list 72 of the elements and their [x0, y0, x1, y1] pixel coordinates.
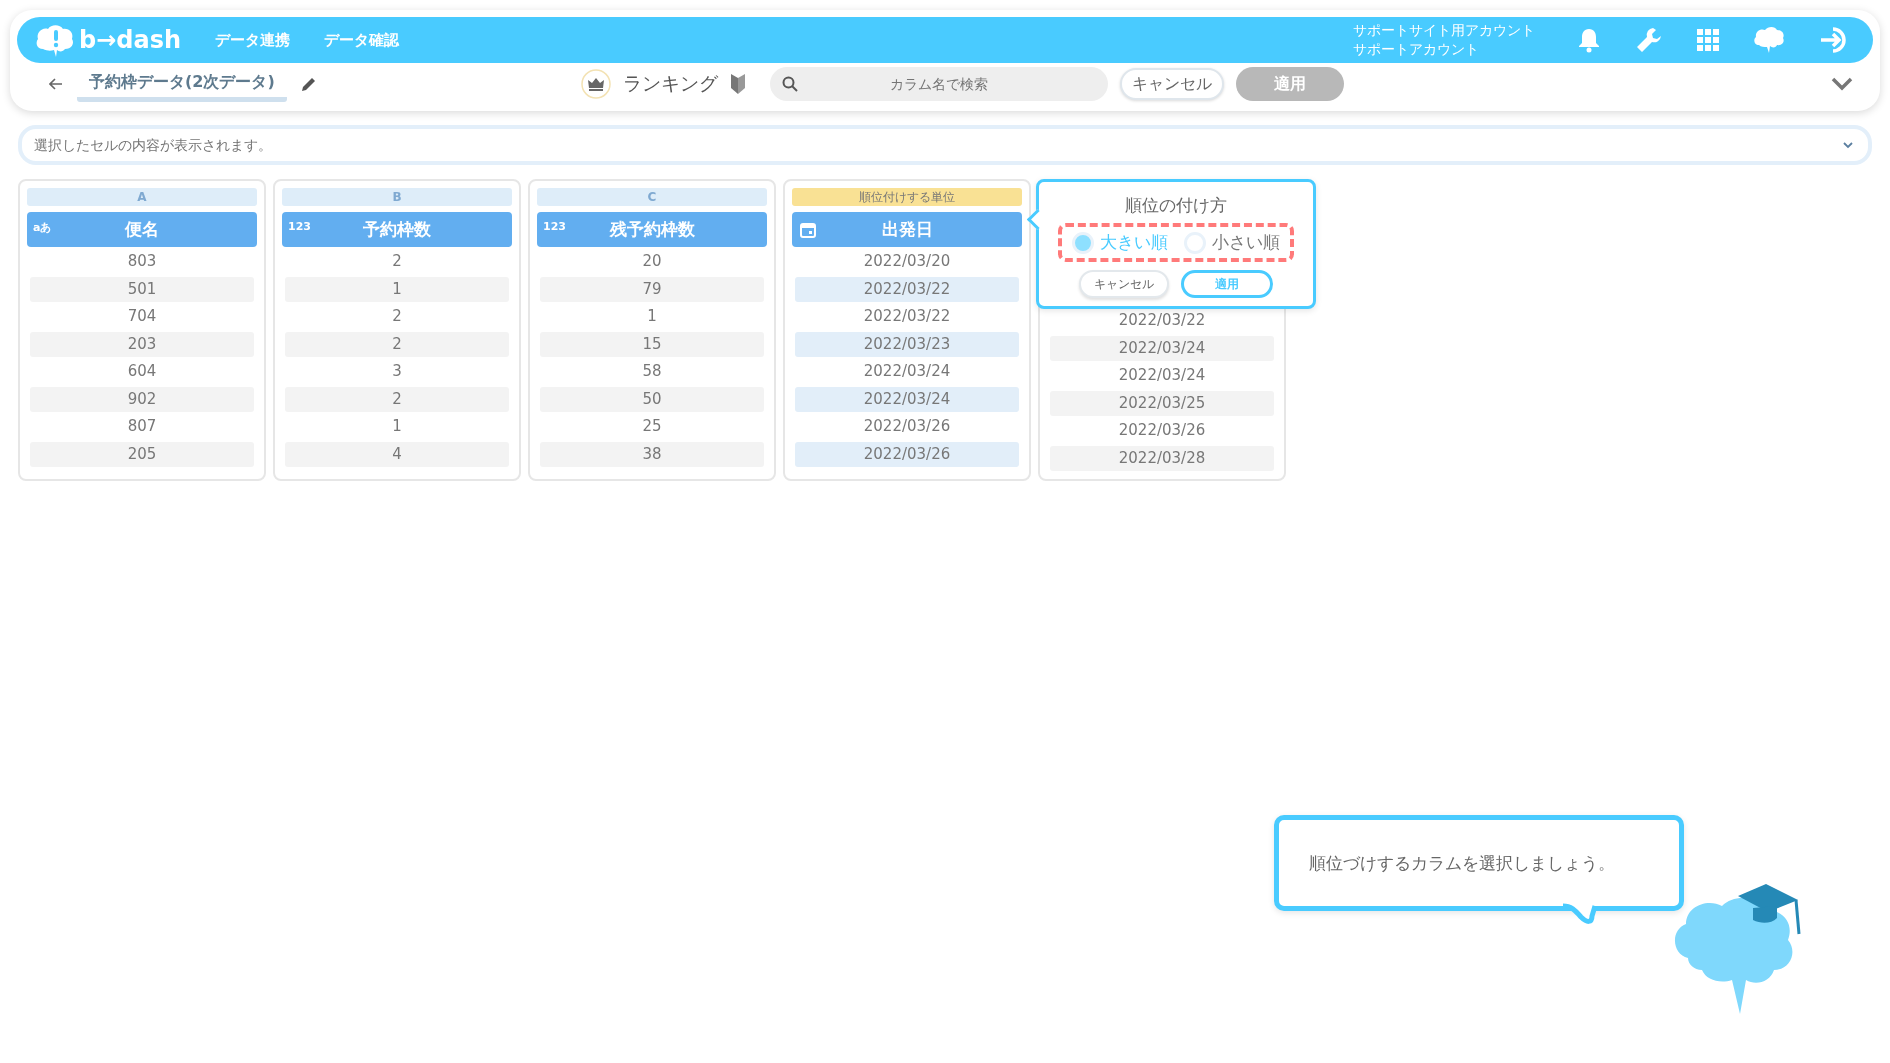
table-cell[interactable]: 803 [30, 249, 254, 274]
table-cell[interactable]: 2022/03/22 [795, 304, 1019, 329]
table-cell[interactable]: 2 [285, 331, 509, 357]
table-cell[interactable]: 604 [30, 359, 254, 384]
table-cell[interactable]: 205 [30, 441, 254, 467]
table-cell[interactable]: 2 [285, 249, 509, 274]
table-cell[interactable]: 2022/03/26 [795, 441, 1019, 467]
table-cell[interactable]: 2022/03/24 [1050, 335, 1274, 361]
table-cell[interactable]: 2022/03/22 [1050, 308, 1274, 333]
wrench-icon[interactable] [1635, 26, 1663, 54]
table-cell[interactable]: 2022/03/24 [795, 359, 1019, 384]
bell-icon[interactable] [1577, 27, 1601, 53]
table-cell[interactable]: 1 [540, 304, 764, 329]
table-cell[interactable]: 2022/03/28 [1050, 445, 1274, 471]
cancel-button[interactable]: キャンセル [1119, 68, 1224, 100]
radio-label: 大きい順 [1100, 231, 1168, 254]
table-cell[interactable]: 704 [30, 304, 254, 329]
account-name: サポートアカウント [1353, 40, 1480, 59]
beginner-mark-icon[interactable] [729, 73, 746, 95]
cancel-button[interactable]: キャンセル [1079, 270, 1169, 298]
table-cell[interactable]: 1 [285, 276, 509, 302]
table-cell[interactable]: 2022/03/23 [795, 331, 1019, 357]
logo-icon [35, 23, 75, 57]
pencil-icon[interactable] [300, 76, 317, 92]
popover-title: 順位の付け方 [1125, 194, 1227, 217]
crown-icon [580, 69, 611, 99]
cell-content-field[interactable]: 選択したセルの内容が表示されます。 [18, 125, 1872, 165]
radio-button[interactable] [1072, 231, 1094, 254]
unit-label: 順位付けする単位 [792, 188, 1022, 206]
table-cell[interactable]: 501 [30, 276, 254, 302]
table-cell[interactable]: 2022/03/26 [795, 414, 1019, 439]
table-cell[interactable]: 2022/03/26 [1050, 418, 1274, 443]
table-cell[interactable]: 38 [540, 441, 764, 467]
table-cell[interactable]: 2 [285, 304, 509, 329]
table-cell[interactable]: 15 [540, 331, 764, 357]
table-cell[interactable]: 2022/03/22 [795, 276, 1019, 302]
apps-grid-icon[interactable] [1697, 29, 1719, 51]
table-cell[interactable]: 50 [540, 386, 764, 412]
table-cell[interactable]: 2022/03/25 [1050, 390, 1274, 416]
table-cell[interactable]: 2 [285, 386, 509, 412]
table-cell[interactable]: 3 [285, 359, 509, 384]
column-header[interactable]: 123 残予約枠数 [537, 212, 767, 247]
column-header[interactable]: 出発日 [792, 212, 1022, 247]
table-cell[interactable]: 4 [285, 441, 509, 467]
table-cell[interactable]: 20 [540, 249, 764, 274]
search-icon [781, 76, 798, 92]
radio-label: 小さい順 [1212, 231, 1280, 254]
table-cell[interactable]: 79 [540, 276, 764, 302]
type-label: aあ [33, 220, 52, 235]
table-cell[interactable]: 203 [30, 331, 254, 357]
table-cell[interactable]: 1 [285, 414, 509, 439]
back-arrow-icon[interactable] [49, 78, 63, 90]
table-cell[interactable]: 902 [30, 386, 254, 412]
table-cell[interactable]: 2022/03/24 [1050, 363, 1274, 388]
table-cell[interactable]: 2022/03/24 [795, 386, 1019, 412]
table-cell[interactable]: 25 [540, 414, 764, 439]
account-name: サポートサイト用アカウント [1353, 21, 1535, 40]
table-cell[interactable]: 807 [30, 414, 254, 439]
calendar-icon [800, 222, 816, 238]
column-header[interactable]: aあ 便名 [27, 212, 257, 247]
dataset-title: 予約枠データ(2次データ) [77, 72, 287, 102]
search-field[interactable]: カラム名で検索 [769, 67, 1108, 101]
type-label: 123 [288, 220, 311, 233]
mode-label: ランキング [622, 71, 718, 96]
table-cell[interactable]: 58 [540, 359, 764, 384]
type-label: 123 [543, 220, 566, 233]
chevron-down-icon[interactable] [1831, 77, 1853, 91]
hint-text: 順位づけするカラムを選択しましょう。 [1309, 851, 1615, 875]
table-cell[interactable]: 2022/03/20 [795, 249, 1019, 274]
radio-option[interactable]: 小さい順 [1184, 231, 1280, 254]
cloud-icon[interactable] [1753, 25, 1785, 55]
column-header[interactable]: 123 予約枠数 [282, 212, 512, 247]
